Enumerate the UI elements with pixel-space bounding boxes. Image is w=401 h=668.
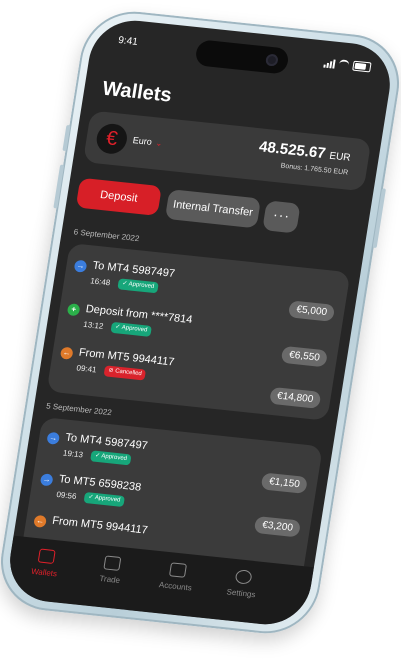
transaction-time: 16:48: [89, 276, 111, 288]
status-badge: ✓ Approved: [110, 321, 152, 337]
balance-value: 48.525.67: [257, 138, 327, 163]
transaction-time: 19:13: [62, 448, 84, 460]
tab-accounts[interactable]: Accounts: [145, 560, 209, 594]
bar-chart-icon: [168, 562, 188, 578]
tab-wallets[interactable]: Wallets: [14, 546, 78, 580]
amount-pill: €14,800: [268, 386, 322, 409]
date-label: 6 September 2022: [73, 227, 140, 244]
amount-pill: €6,550: [280, 345, 329, 368]
euro-icon: €: [94, 122, 130, 156]
battery-icon: [352, 60, 372, 73]
gear-icon: [234, 569, 253, 585]
tab-label: Settings: [225, 587, 257, 600]
internal-transfer-button[interactable]: Internal Transfer: [164, 189, 262, 229]
status-badge: ✓ Approved: [83, 491, 126, 507]
chevron-down-icon: ⌄: [154, 138, 164, 149]
balance-amount: 48.525.67 EUR: [258, 138, 352, 164]
balance-card: € Euro ⌄ 48.525.67 EUR Bonus: 1.765.50 EU…: [82, 110, 372, 192]
tab-label: Wallets: [30, 566, 58, 579]
page-title: Wallets: [100, 77, 174, 107]
currency-selector[interactable]: Euro ⌄: [132, 135, 163, 148]
wallet-icon: [37, 548, 56, 565]
arrow-left-icon: ←: [33, 514, 48, 528]
tab-settings[interactable]: Settings: [210, 567, 274, 601]
tab-label: Accounts: [158, 580, 193, 593]
bonus-balance: Bonus: 1.765.50 EUR: [280, 162, 349, 177]
more-button[interactable]: ···: [262, 200, 301, 234]
plus-icon: +: [66, 303, 81, 317]
status-badge: ✓ Approved: [117, 278, 159, 294]
transaction-group: → To MT4 5987497 16:48 ✓ Approved €5,000…: [46, 242, 351, 421]
wifi-icon: [338, 59, 350, 71]
amount-pill: €3,200: [254, 515, 302, 538]
transaction-time: 09:56: [55, 489, 78, 501]
transaction-time: 09:41: [75, 363, 98, 375]
currency-label: Euro: [132, 135, 153, 147]
balance-currency: EUR: [328, 150, 352, 164]
transaction-time: 13:12: [82, 319, 105, 331]
date-label: 5 September 2022: [45, 401, 113, 418]
candlestick-icon: [103, 555, 122, 571]
arrow-right-icon: →: [73, 259, 88, 273]
status-badge: ✓ Approved: [90, 450, 132, 466]
tab-label: Trade: [98, 573, 121, 586]
amount-pill: €1,150: [260, 472, 308, 494]
status-time: 9:41: [117, 34, 139, 48]
deposit-button[interactable]: Deposit: [75, 177, 162, 216]
arrow-right-icon: →: [46, 431, 61, 445]
status-badge: ⊘ Cancelled: [103, 365, 147, 381]
tab-trade[interactable]: Trade: [79, 553, 143, 587]
signal-icon: [323, 58, 336, 69]
arrow-right-icon: →: [39, 473, 54, 487]
amount-pill: €5,000: [288, 300, 336, 322]
arrow-left-icon: ←: [59, 346, 74, 360]
